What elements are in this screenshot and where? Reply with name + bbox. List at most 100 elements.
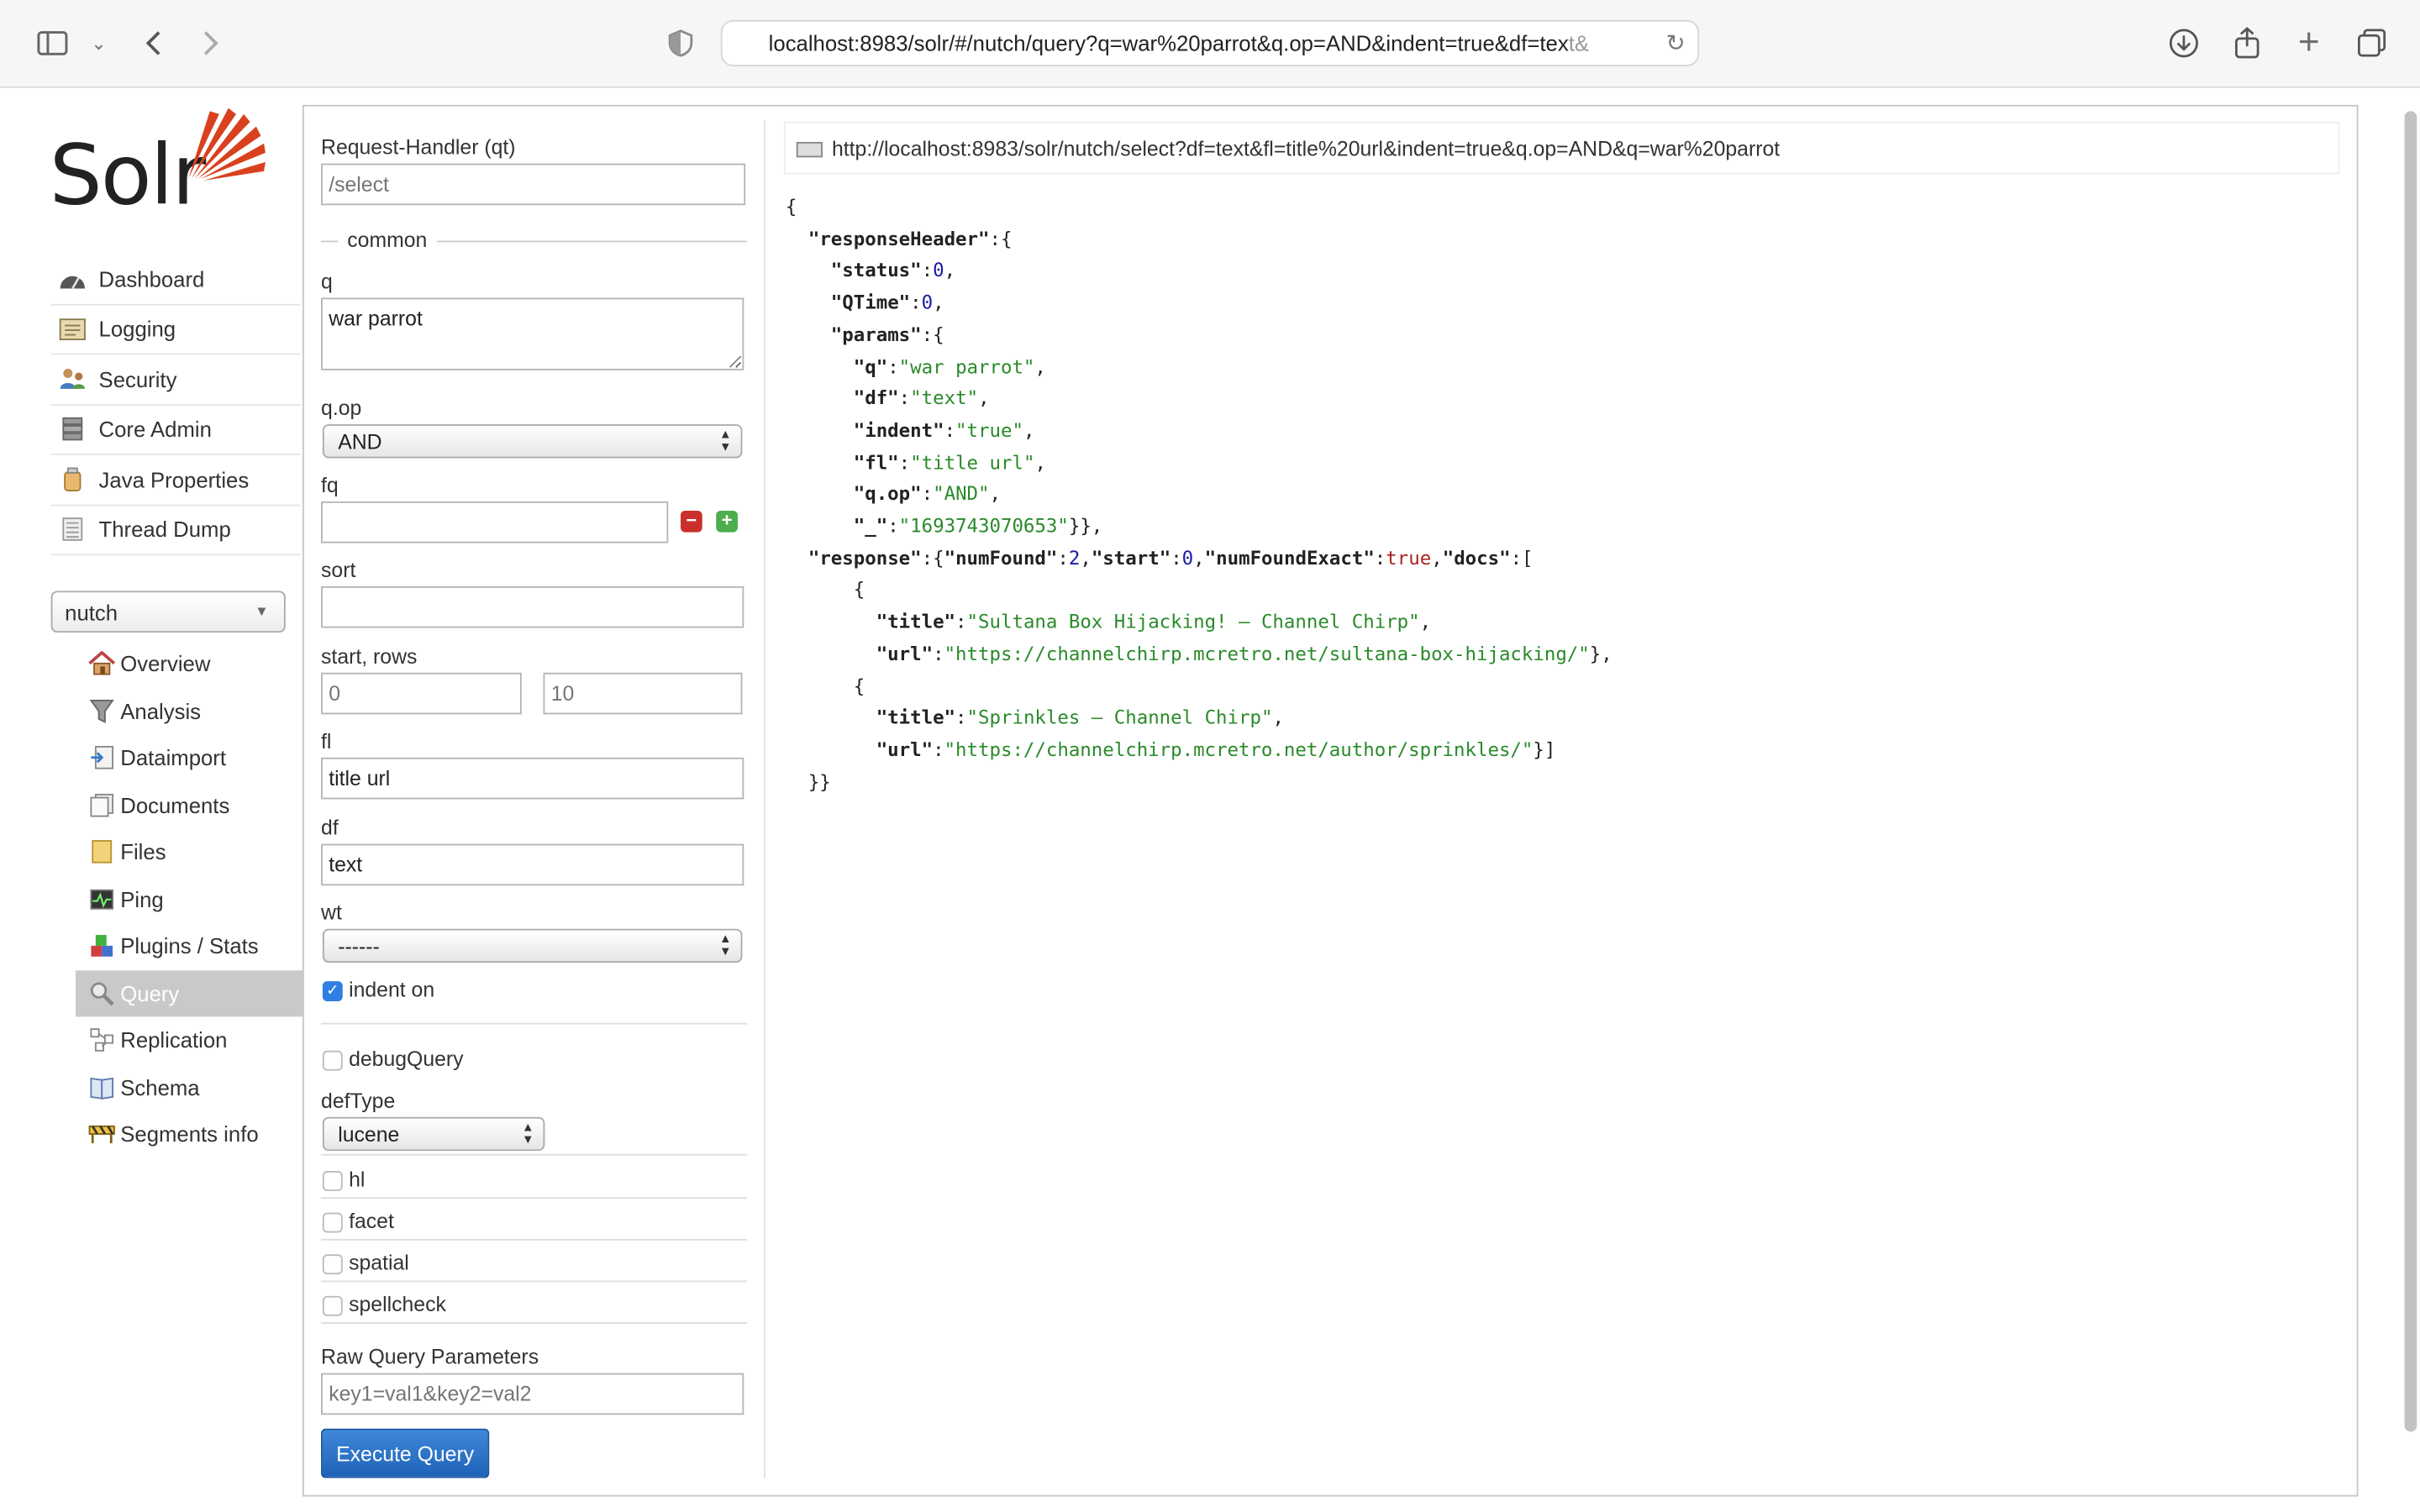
fl-input[interactable] bbox=[321, 757, 744, 800]
param-df: text bbox=[921, 387, 967, 410]
df-input[interactable] bbox=[321, 843, 744, 886]
nav-analysis[interactable]: Analysis bbox=[76, 687, 302, 734]
sort-input[interactable] bbox=[321, 585, 744, 628]
nav-overview[interactable]: Overview bbox=[76, 640, 302, 687]
doc-title: Sultana Box Hijacking! – Channel Chirp bbox=[978, 611, 1409, 633]
segments-icon bbox=[88, 1122, 116, 1147]
raw-params-label: Raw Query Parameters bbox=[321, 1345, 539, 1369]
core-selector[interactable]: nutch ▼ bbox=[50, 591, 286, 633]
dropdown-arrow-icon: ▼ bbox=[255, 603, 269, 619]
add-fq-icon[interactable]: + bbox=[716, 510, 738, 533]
download-icon[interactable] bbox=[2162, 22, 2205, 65]
updown-arrows-icon: ▲ ▼ bbox=[719, 427, 732, 454]
fq-label: fq bbox=[321, 473, 339, 497]
request-url-link[interactable]: http://localhost:8983/solr/nutch/select?… bbox=[784, 122, 2340, 175]
remove-fq-icon[interactable]: − bbox=[680, 510, 702, 533]
core-nav: Overview Analysis Dataimport Documents F… bbox=[75, 640, 302, 1158]
param-fl: title url bbox=[921, 451, 1023, 474]
qtime-value: 0 bbox=[921, 291, 934, 314]
nav-security[interactable]: Security bbox=[50, 354, 302, 406]
deftype-divider bbox=[321, 1153, 747, 1156]
response-json: { "responseHeader":{ "status":0, "QTime"… bbox=[785, 196, 1612, 793]
hl-label: hl bbox=[349, 1168, 366, 1191]
address-text-fade: t& bbox=[1568, 30, 1589, 56]
java-properties-icon bbox=[57, 467, 88, 491]
debugquery-checkbox[interactable] bbox=[322, 1050, 343, 1071]
reload-icon[interactable]: ↻ bbox=[1666, 29, 1686, 57]
nav-query[interactable]: Query bbox=[75, 969, 302, 1017]
doc-title: Sprinkles – Channel Chirp bbox=[978, 706, 1261, 729]
options-divider bbox=[321, 1022, 747, 1025]
q-textarea[interactable]: war parrot bbox=[321, 297, 744, 370]
new-tab-icon[interactable]: + bbox=[2287, 22, 2330, 65]
common-legend: common bbox=[338, 228, 437, 252]
tab-overview-icon[interactable] bbox=[2350, 22, 2393, 65]
forward-icon[interactable] bbox=[190, 22, 233, 65]
deftype-select[interactable]: lucene ▲ ▼ bbox=[322, 1116, 545, 1152]
page-scrollbar[interactable] bbox=[2404, 111, 2417, 1432]
fq-input[interactable] bbox=[321, 501, 669, 543]
raw-params-input[interactable] bbox=[321, 1373, 744, 1415]
execute-query-button[interactable]: Execute Query bbox=[321, 1428, 490, 1478]
solr-logo[interactable]: Solr bbox=[46, 99, 278, 223]
param-indent: true bbox=[966, 419, 1013, 442]
form-divider bbox=[764, 120, 766, 1478]
security-icon bbox=[57, 367, 88, 391]
spellcheck-divider bbox=[321, 1322, 747, 1324]
spellcheck-checkbox[interactable] bbox=[322, 1295, 343, 1316]
rows-input[interactable] bbox=[543, 672, 743, 715]
facet-label: facet bbox=[349, 1209, 394, 1233]
link-icon bbox=[796, 141, 823, 158]
start-rows-label: start, rows bbox=[321, 644, 418, 669]
spatial-checkbox[interactable] bbox=[322, 1254, 343, 1275]
nav-dataimport[interactable]: Dataimport bbox=[76, 734, 302, 781]
hl-checkbox[interactable] bbox=[322, 1171, 343, 1191]
dashboard-icon bbox=[57, 266, 88, 291]
nav-thread-dump[interactable]: Thread Dump bbox=[50, 506, 302, 556]
start-input[interactable] bbox=[321, 672, 522, 715]
debugquery-label: debugQuery bbox=[349, 1047, 464, 1071]
share-icon[interactable] bbox=[2226, 22, 2269, 65]
documents-icon bbox=[88, 793, 116, 817]
doc-url: https://channelchirp.mcretro.net/author/… bbox=[955, 738, 1522, 761]
request-handler-label: Request-Handler (qt) bbox=[321, 135, 516, 160]
wt-label: wt bbox=[321, 900, 342, 925]
spellcheck-label: spellcheck bbox=[349, 1293, 446, 1316]
hl-divider bbox=[321, 1197, 747, 1200]
param-underscore: 1693743070653 bbox=[910, 515, 1058, 538]
spatial-divider bbox=[321, 1280, 747, 1283]
address-bar[interactable]: localhost:8983/solr/#/nutch/query?q=war%… bbox=[720, 19, 1700, 66]
request-handler-input[interactable] bbox=[321, 163, 746, 206]
wt-select[interactable]: ------ ▲ ▼ bbox=[322, 928, 743, 963]
main-nav: Dashboard Logging Security Core Admin Ja… bbox=[50, 255, 302, 556]
nav-plugins-stats[interactable]: Plugins / Stats bbox=[76, 922, 302, 969]
schema-icon bbox=[88, 1075, 116, 1100]
thread-dump-icon bbox=[57, 517, 88, 542]
privacy-shield-icon[interactable] bbox=[659, 22, 702, 65]
facet-divider bbox=[321, 1238, 747, 1241]
dataimport-icon bbox=[88, 746, 116, 770]
facet-checkbox[interactable] bbox=[322, 1212, 343, 1233]
nav-files[interactable]: Files bbox=[76, 828, 302, 875]
back-icon[interactable] bbox=[131, 22, 174, 65]
address-text: localhost:8983/solr/#/nutch/query?q=war%… bbox=[768, 30, 1569, 56]
sort-label: sort bbox=[321, 558, 356, 582]
replication-icon bbox=[88, 1028, 116, 1053]
nav-replication[interactable]: Replication bbox=[76, 1016, 302, 1063]
nav-segments-info[interactable]: Segments info bbox=[76, 1110, 302, 1158]
sidebar-toggle-icon[interactable] bbox=[31, 22, 74, 65]
chevron-down-icon[interactable]: ⌄ bbox=[77, 22, 120, 65]
indent-checkbox[interactable]: ✓ bbox=[322, 981, 343, 1002]
qop-select[interactable]: AND ▲ ▼ bbox=[322, 424, 743, 459]
nav-core-admin[interactable]: Core Admin bbox=[50, 405, 302, 455]
indent-label: indent on bbox=[349, 978, 435, 1002]
nav-logging[interactable]: Logging bbox=[50, 305, 302, 355]
nav-dashboard[interactable]: Dashboard bbox=[50, 255, 302, 305]
browser-toolbar: ⌄ localhost:8983/solr/#/nutch/query?q=wa… bbox=[0, 0, 2420, 88]
nav-java-properties[interactable]: Java Properties bbox=[50, 455, 302, 506]
nav-documents[interactable]: Documents bbox=[76, 781, 302, 828]
nav-ping[interactable]: Ping bbox=[76, 875, 302, 922]
folder-icon bbox=[88, 840, 116, 864]
nav-schema[interactable]: Schema bbox=[76, 1063, 302, 1110]
query-icon bbox=[88, 981, 116, 1005]
